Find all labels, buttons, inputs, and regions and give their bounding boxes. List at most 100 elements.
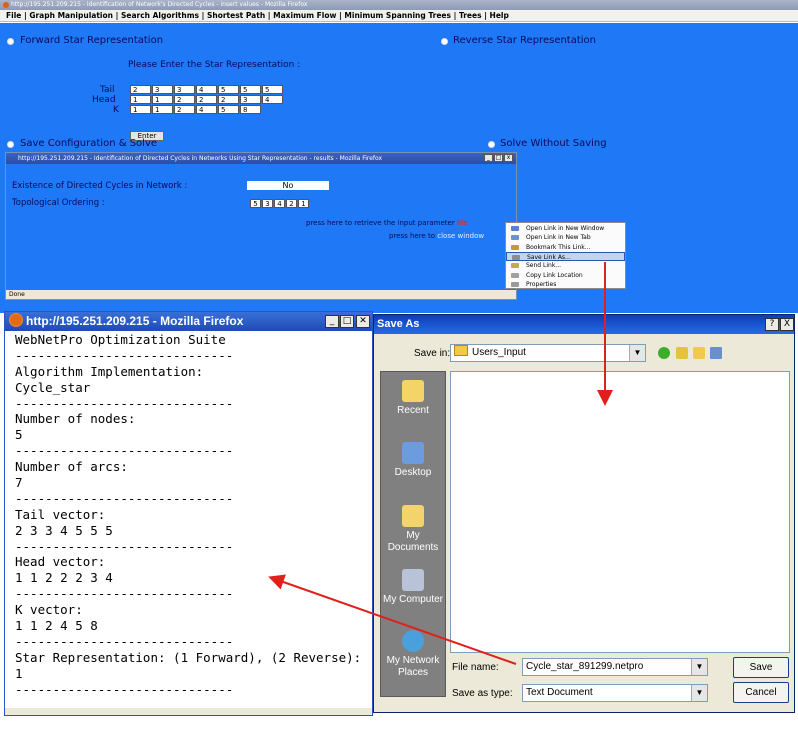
cancel-button[interactable]: Cancel: [733, 682, 789, 703]
save-in-label: Save in:: [414, 348, 451, 359]
chevron-down-icon: ▼: [691, 685, 707, 701]
text-window-statusbar: [5, 708, 372, 715]
firefox-icon: [9, 313, 23, 327]
results-maximize-button[interactable]: □: [494, 154, 503, 162]
ctx-item-copy-link-location[interactable]: Copy Link Location: [506, 271, 625, 280]
menu-graph-manipulation[interactable]: Graph Manipulation: [29, 10, 113, 22]
ctx-item-label: Send Link...: [526, 262, 562, 270]
head-input-5[interactable]: 2: [218, 95, 239, 104]
reverse-star-radio[interactable]: [441, 38, 448, 45]
places-bar: Recent Desktop My Documents My Computer …: [380, 371, 446, 697]
close-window-link[interactable]: close window: [437, 232, 484, 240]
ctx-item-open-link-in-new-window[interactable]: Open Link in New Window: [506, 224, 625, 233]
documents-icon: [402, 505, 424, 527]
k-input-4[interactable]: 4: [196, 105, 217, 114]
firefox-icon: [3, 1, 9, 8]
tail-input-1[interactable]: 2: [130, 85, 151, 94]
save-solve-label: Save Configuration & Solve: [20, 138, 158, 149]
topo-value-3: 4: [274, 199, 285, 208]
menu-file[interactable]: File: [6, 10, 21, 22]
tail-input-6[interactable]: 5: [240, 85, 261, 94]
text-line: Cycle_star: [15, 379, 91, 395]
menu-bar: File | Graph Manipulation | Search Algor…: [0, 10, 798, 22]
forward-star-radio[interactable]: [7, 38, 14, 45]
save-solve-radio[interactable]: [7, 141, 14, 148]
ctx-item-bookmark-this-link[interactable]: Bookmark This Link...: [506, 243, 625, 252]
save-button[interactable]: Save: [733, 657, 789, 678]
tail-input-4[interactable]: 4: [196, 85, 217, 94]
menu-maximum-flow[interactable]: Maximum Flow: [273, 10, 336, 22]
network-icon: [402, 630, 424, 652]
menu-help[interactable]: Help: [490, 10, 509, 22]
existence-label: Existence of Directed Cycles in Network …: [12, 181, 188, 191]
tail-input-2[interactable]: 3: [152, 85, 173, 94]
topo-value-2: 3: [262, 199, 273, 208]
save-in-value: Users_Input: [472, 347, 526, 358]
file-list[interactable]: [450, 371, 790, 653]
main-window-title: http://195.251.209.215 - Identification …: [11, 1, 308, 8]
results-minimize-button[interactable]: _: [484, 154, 493, 162]
topo-value-5: 1: [298, 199, 309, 208]
text-minimize-button[interactable]: _: [325, 315, 339, 328]
file-name-value: Cycle_star_891299.netpro: [526, 661, 644, 672]
head-input-1[interactable]: 1: [130, 95, 151, 104]
head-input-7[interactable]: 4: [262, 95, 283, 104]
tail-input-5[interactable]: 5: [218, 85, 239, 94]
retrieve-file-link[interactable]: file: [457, 219, 468, 227]
save-in-combo[interactable]: Users_Input ▼: [450, 344, 646, 362]
save-as-titlebar: Save As: [374, 315, 794, 334]
k-input-1[interactable]: 1: [130, 105, 151, 114]
results-close-button[interactable]: x: [504, 154, 513, 162]
save-type-select[interactable]: Text Document ▼: [522, 684, 708, 702]
k-input-6[interactable]: 8: [240, 105, 261, 114]
tail-input-7[interactable]: 5: [262, 85, 283, 94]
up-folder-icon[interactable]: [676, 347, 688, 359]
head-input-6[interactable]: 3: [240, 95, 261, 104]
folder-icon: [454, 345, 468, 356]
solve-without-radio[interactable]: [488, 141, 495, 148]
place-recent[interactable]: Recent: [381, 380, 445, 417]
ctx-item-save-link-as[interactable]: Save Link As...: [506, 251, 625, 261]
save-as-dialog: Save As ? X Save in: Users_Input ▼ Recen…: [373, 314, 795, 713]
results-titlebar: http://195.251.209.215 - Identification …: [6, 153, 516, 164]
forward-star-label: Forward Star Representation: [20, 35, 164, 46]
text-line: 1 1 2 2 2 3 4: [15, 570, 113, 586]
text-close-button[interactable]: ✕: [356, 315, 370, 328]
topological-label: Topological Ordering :: [12, 198, 105, 208]
text-line: Star Representation: (1 Forward), (2 Rev…: [15, 649, 362, 665]
k-input-3[interactable]: 2: [174, 105, 195, 114]
text-output-window: http://195.251.209.215 - Mozilla Firefox…: [4, 311, 373, 716]
head-input-2[interactable]: 1: [152, 95, 173, 104]
text-line: Algorithm Implementation:: [15, 363, 204, 379]
menu-minimum-spanning-trees[interactable]: Minimum Spanning Trees: [344, 10, 451, 22]
menu-trees[interactable]: Trees: [459, 10, 482, 22]
back-icon[interactable]: [658, 347, 670, 359]
place-my-documents[interactable]: My Documents: [381, 505, 445, 554]
place-my-computer[interactable]: My Computer: [381, 569, 445, 606]
save-type-value: Text Document: [526, 687, 593, 698]
existence-value: No: [247, 181, 329, 190]
text-window-title: http://195.251.209.215 - Mozilla Firefox: [26, 314, 244, 328]
k-input-2[interactable]: 1: [152, 105, 173, 114]
k-label: K: [113, 105, 119, 115]
head-input-4[interactable]: 2: [196, 95, 217, 104]
ctx-item-properties[interactable]: Properties: [506, 280, 625, 289]
place-my-network[interactable]: My Network Places: [381, 630, 445, 679]
help-button[interactable]: ?: [765, 318, 779, 331]
text-line: -----------------------------: [15, 586, 234, 602]
menu-search-algorithms[interactable]: Search Algorithms: [121, 10, 199, 22]
ctx-item-open-link-in-new-tab[interactable]: Open Link in New Tab: [506, 233, 625, 242]
view-menu-icon[interactable]: [710, 347, 722, 359]
k-input-5[interactable]: 5: [218, 105, 239, 114]
text-maximize-button[interactable]: □: [340, 315, 354, 328]
new-folder-icon[interactable]: [693, 347, 705, 359]
place-desktop[interactable]: Desktop: [381, 442, 445, 479]
dialog-close-button[interactable]: X: [780, 318, 794, 331]
file-name-input[interactable]: Cycle_star_891299.netpro ▼: [522, 658, 708, 676]
tail-input-3[interactable]: 3: [174, 85, 195, 94]
main-window-titlebar: http://195.251.209.215 - Identification …: [0, 0, 798, 10]
text-line: Number of arcs:: [15, 459, 128, 475]
menu-shortest-path[interactable]: Shortest Path: [207, 10, 265, 22]
ctx-item-send-link[interactable]: Send Link...: [506, 261, 625, 270]
head-input-3[interactable]: 2: [174, 95, 195, 104]
